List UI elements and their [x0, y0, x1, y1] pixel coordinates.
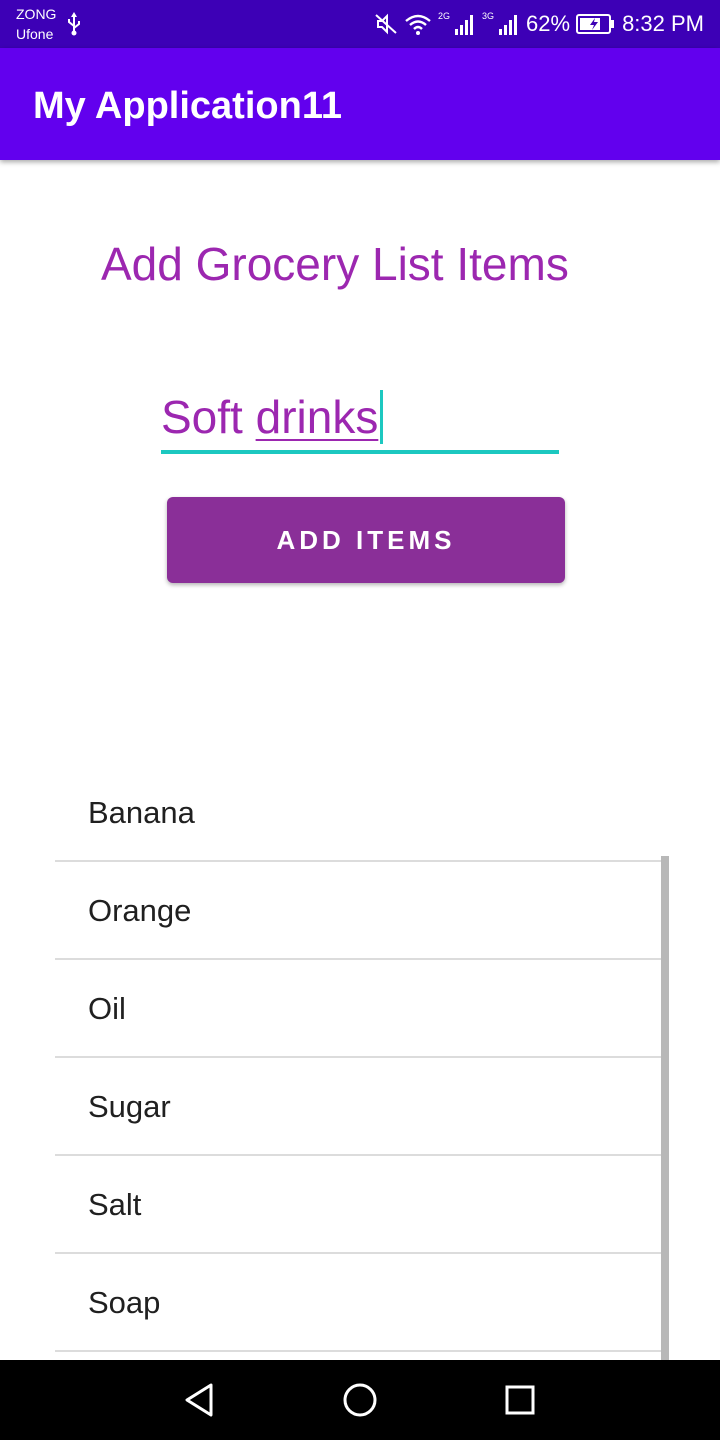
- list-item[interactable]: Orange: [55, 862, 669, 960]
- item-input[interactable]: Soft drinks: [161, 386, 559, 454]
- recents-icon[interactable]: [500, 1380, 540, 1420]
- list-item-label: Soap: [88, 1285, 161, 1320]
- list-item[interactable]: Oil: [55, 960, 669, 1058]
- screen: ZONG Ufone 2G 3G 62% 8:32 PM My Applicat…: [0, 0, 720, 1440]
- list-item-label: Banana: [88, 795, 195, 830]
- list-item-label: Oil: [88, 991, 126, 1026]
- network-type-2: 3G: [482, 11, 495, 21]
- signal-icon: [498, 12, 520, 36]
- app-bar: My Application11: [0, 48, 720, 160]
- add-items-button[interactable]: ADD ITEMS: [167, 497, 565, 583]
- clock: 8:32 PM: [622, 11, 704, 36]
- app-title: My Application11: [33, 85, 342, 127]
- text-caret: [380, 390, 384, 444]
- list-scrollbar[interactable]: [661, 856, 669, 1360]
- grocery-list[interactable]: Banana Orange Oil Sugar Salt Soap: [55, 764, 669, 1360]
- list-item[interactable]: Soap: [55, 1254, 669, 1352]
- back-icon[interactable]: [180, 1380, 220, 1420]
- network-type-1: 2G: [437, 11, 450, 21]
- list-item[interactable]: Banana: [55, 764, 669, 862]
- item-input-text[interactable]: Soft drinks: [161, 390, 384, 444]
- carrier-names: ZONG Ufone: [16, 4, 56, 44]
- carrier-1: ZONG: [16, 6, 57, 22]
- page-heading: Add Grocery List Items: [101, 238, 569, 290]
- navigation-bar: [0, 1360, 720, 1440]
- status-icons: 2G 3G 62% 8:32 PM: [374, 8, 704, 40]
- battery-percent: 62%: [526, 11, 571, 36]
- wifi-icon: [404, 12, 432, 36]
- carrier-2: Ufone: [16, 26, 54, 42]
- input-word-2: drinks: [255, 391, 379, 443]
- input-underline: [161, 450, 559, 454]
- signal-icon: [454, 12, 476, 36]
- usb-icon: [66, 12, 82, 36]
- list-item-label: Orange: [88, 893, 192, 928]
- list-item[interactable]: Salt: [55, 1156, 669, 1254]
- list-item-label: Sugar: [88, 1089, 171, 1124]
- list-item-label: Salt: [88, 1187, 142, 1222]
- status-bar: ZONG Ufone 2G 3G 62% 8:32 PM: [0, 0, 720, 48]
- list-item[interactable]: Sugar: [55, 1058, 669, 1156]
- mute-icon: [374, 12, 398, 36]
- input-word-1: Soft: [161, 391, 243, 443]
- battery-charging-icon: [576, 13, 616, 35]
- home-icon[interactable]: [340, 1380, 380, 1420]
